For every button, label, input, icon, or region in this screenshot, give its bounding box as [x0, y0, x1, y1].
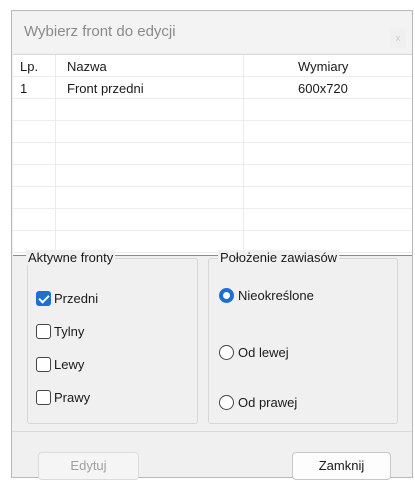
radio-nieokreslone[interactable]: Nieokreślone: [219, 286, 314, 304]
radio-label: Od prawej: [238, 394, 298, 410]
active-fronts-title: Aktywne fronty: [26, 250, 116, 265]
row-nazwa: Front przedni: [67, 81, 144, 96]
checkbox-tylny[interactable]: Tylny: [36, 322, 84, 340]
fronts-grid[interactable]: Lp. Nazwa Wymiary 1 Front przedni 600x72…: [13, 54, 412, 256]
empty-row: [13, 121, 412, 143]
grid-header-row: Lp. Nazwa Wymiary: [13, 55, 412, 77]
checkbox-label: Prawy: [54, 389, 91, 405]
active-fronts-group: Aktywne fronty Przedni Tylny Lewy Prawy: [26, 250, 198, 424]
radio-icon[interactable]: [219, 394, 234, 410]
empty-row: [13, 99, 412, 121]
row-lp: 1: [20, 81, 28, 96]
column-header-wymiary[interactable]: Wymiary: [298, 55, 348, 78]
checkbox-prawy[interactable]: Prawy: [36, 388, 90, 406]
checkbox-icon[interactable]: [36, 323, 51, 339]
radio-icon[interactable]: [219, 344, 234, 360]
checkbox-label: Lewy: [54, 356, 85, 372]
column-header-lp[interactable]: Lp.: [20, 55, 38, 78]
table-row[interactable]: 1 Front przedni 600x720: [13, 77, 412, 99]
row-wymiary: 600x720: [298, 81, 348, 96]
checkbox-icon[interactable]: [36, 356, 51, 372]
edit-button[interactable]: Edytuj: [38, 452, 139, 480]
radio-od-lewej[interactable]: Od lewej: [219, 343, 289, 361]
radio-selected-icon[interactable]: [219, 287, 234, 303]
empty-row: [13, 143, 412, 165]
empty-row: [13, 165, 412, 187]
hinge-position-title: Położenie zawiasów: [218, 250, 340, 265]
checkbox-icon[interactable]: [36, 389, 51, 405]
radio-label: Od lewej: [238, 344, 289, 360]
checkbox-lewy[interactable]: Lewy: [36, 355, 84, 373]
title-bar: Wybierz front do edycji x: [12, 11, 412, 53]
checkbox-checked-icon[interactable]: [36, 290, 51, 306]
close-button[interactable]: Zamknij: [292, 452, 391, 480]
checkbox-label: Tylny: [54, 323, 85, 339]
radio-label: Nieokreślone: [238, 287, 314, 303]
checkbox-label: Przedni: [54, 290, 99, 306]
empty-row: [13, 209, 412, 231]
footer-divider: [12, 431, 412, 432]
select-front-dialog: Wybierz front do edycji x Lp. Nazwa Wymi…: [11, 10, 413, 480]
radio-od-prawej[interactable]: Od prawej: [219, 393, 297, 411]
empty-row: [13, 187, 412, 209]
dialog-title: Wybierz front do edycji: [24, 23, 176, 40]
close-icon[interactable]: x: [390, 28, 406, 48]
column-header-nazwa[interactable]: Nazwa: [67, 55, 107, 78]
hinge-position-group: Położenie zawiasów Nieokreślone Od lewej…: [208, 250, 398, 424]
checkbox-przedni[interactable]: Przedni: [36, 289, 98, 307]
